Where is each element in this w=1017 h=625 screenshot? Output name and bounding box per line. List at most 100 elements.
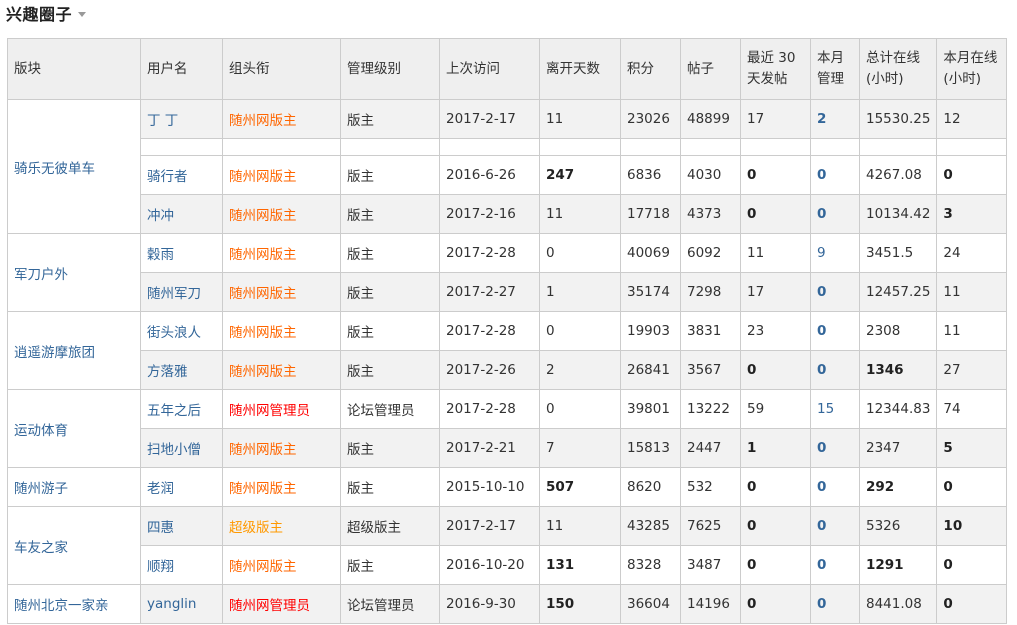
header-col-group-title: 组头衔	[222, 38, 341, 100]
manage-month-value[interactable]: 0	[817, 440, 826, 456]
admin-level-value: 超级版主	[347, 520, 401, 536]
last-visit-value: 2017-2-28	[446, 245, 516, 261]
admin-level-value: 论坛管理员	[347, 598, 415, 614]
group-title-cell: 随州网版主	[222, 194, 341, 234]
online-month-value: 74	[943, 401, 961, 417]
username-cell: 五年之后	[140, 389, 223, 429]
username-value[interactable]: 顺翔	[147, 559, 174, 575]
manage-month-value[interactable]: 0	[817, 557, 826, 573]
page-title: 兴趣圈子	[6, 5, 73, 24]
username-value[interactable]: 老润	[147, 481, 174, 497]
username-value[interactable]: 方落雅	[147, 364, 188, 380]
board-cell: 随州北京一家亲	[7, 584, 141, 624]
manage-month-value[interactable]: 0	[817, 284, 826, 300]
group-title-value[interactable]: 随州网版主	[229, 208, 297, 224]
board-link[interactable]: 逍遥游摩旅团	[14, 345, 95, 361]
days-away-value: 11	[546, 206, 564, 222]
posts-30d-cell: 23	[740, 311, 811, 351]
board-link[interactable]: 随州游子	[14, 481, 68, 497]
manage-month-value[interactable]: 2	[817, 111, 826, 127]
credits-value: 40069	[627, 245, 670, 261]
manage-month-cell: 0	[810, 467, 860, 507]
board-link[interactable]: 骑乐无彼单车	[14, 161, 95, 177]
posts-value: 3487	[687, 557, 722, 573]
board-link[interactable]: 随州北京一家亲	[14, 598, 109, 614]
online-total-value: 15530.25	[866, 111, 931, 127]
online-total-cell: 12457.25	[858, 272, 938, 312]
manage-month-value[interactable]: 0	[817, 479, 826, 495]
group-title-value[interactable]: 随州网版主	[229, 559, 297, 575]
online-month-cell: 11	[936, 311, 1008, 351]
group-title-value[interactable]: 随州网版主	[229, 325, 297, 341]
empty-cell	[340, 138, 440, 156]
username-value[interactable]: 丁 丁	[147, 113, 178, 129]
manage-month-value[interactable]: 0	[817, 362, 826, 378]
page-header: 兴趣圈子	[6, 0, 87, 26]
board-link[interactable]: 车友之家	[14, 540, 68, 556]
group-title-value[interactable]: 随州网管理员	[229, 403, 310, 419]
group-title-value[interactable]: 随州网版主	[229, 481, 297, 497]
group-title-value[interactable]: 随州网版主	[229, 169, 297, 185]
posts-value: 6092	[687, 245, 722, 261]
days-away-cell: 2	[539, 350, 621, 390]
table-row: 运动体育 五年之后 随州网管理员 论坛管理员 2017-2-28 0 39801 13222 5…	[7, 389, 1008, 468]
manage-month-value[interactable]: 15	[817, 401, 834, 417]
online-total-value: 3451.5	[866, 245, 914, 261]
username-value[interactable]: 骑行者	[147, 169, 188, 185]
admin-level-value: 版主	[347, 169, 374, 185]
group-title-value[interactable]: 随州网版主	[229, 286, 297, 302]
online-month-value: 3	[943, 206, 953, 222]
group-title-cell: 随州网版主	[222, 311, 341, 351]
posts-30d-cell: 0	[740, 194, 811, 234]
header-col-online-total: 总计在线 (小时)	[858, 38, 938, 100]
posts-value: 4030	[687, 167, 722, 183]
group-title-value[interactable]: 随州网版主	[229, 247, 297, 263]
group-title-value[interactable]: 随州网管理员	[229, 598, 310, 614]
credits-value: 23026	[627, 111, 670, 127]
group-title-value[interactable]: 随州网版主	[229, 442, 297, 458]
admin-level-cell: 版主	[340, 311, 440, 351]
username-value[interactable]: 随州军刀	[147, 286, 201, 302]
manage-month-value[interactable]: 9	[817, 245, 826, 261]
username-cell: 冲冲	[140, 194, 223, 234]
username-value[interactable]: 街头浪人	[147, 325, 201, 341]
online-total-value: 292	[866, 479, 895, 495]
table-row: 随州游子 老润 随州网版主 版主 2015-10-10 507 8620 532 0 0 292 0	[7, 467, 1008, 507]
credits-value: 17718	[627, 206, 670, 222]
manage-month-value[interactable]: 0	[817, 518, 826, 534]
empty-cell	[936, 138, 1008, 156]
board-cell: 运动体育	[7, 389, 141, 468]
manage-month-value[interactable]: 0	[817, 206, 826, 222]
manage-month-value[interactable]: 0	[817, 596, 826, 612]
username-value[interactable]: 穀雨	[147, 247, 174, 263]
table-row: 骑行者 随州网版主 版主 2016-6-26 247 6836 4030 0 0 4267.08 0	[8, 155, 1008, 195]
online-total-cell: 1346	[858, 350, 938, 390]
last-visit-cell: 2017-2-17	[439, 99, 540, 139]
credits-value: 36604	[627, 596, 670, 612]
username-value[interactable]: 扫地小僧	[147, 442, 201, 458]
manage-month-value[interactable]: 0	[817, 167, 826, 183]
posts-value: 3831	[687, 323, 722, 339]
last-visit-value: 2017-2-28	[446, 323, 516, 339]
username-value[interactable]: yanglin	[147, 596, 196, 612]
online-month-cell: 3	[936, 194, 1008, 234]
username-value[interactable]: 五年之后	[147, 403, 201, 419]
username-value[interactable]: 冲冲	[147, 208, 174, 224]
group-title-value[interactable]: 超级版主	[229, 520, 283, 536]
online-total-value: 12457.25	[866, 284, 931, 300]
board-link[interactable]: 军刀户外	[14, 267, 68, 283]
last-visit-value: 2015-10-10	[446, 479, 525, 495]
posts-30d-cell: 0	[740, 506, 811, 546]
last-visit-cell: 2017-2-27	[439, 272, 540, 312]
username-cell: 扫地小僧	[140, 428, 223, 468]
credits-cell: 19903	[620, 311, 681, 351]
credits-cell: 15813	[620, 428, 681, 468]
group-title-value[interactable]: 随州网版主	[229, 113, 297, 129]
manage-month-value[interactable]: 0	[817, 323, 826, 339]
board-link[interactable]: 运动体育	[14, 423, 68, 439]
group-title-value[interactable]: 随州网版主	[229, 364, 297, 380]
username-value[interactable]: 四惠	[147, 520, 174, 536]
online-month-value: 11	[943, 284, 961, 300]
days-away-value: 2	[546, 362, 555, 378]
caret-down-icon[interactable]	[78, 11, 87, 17]
